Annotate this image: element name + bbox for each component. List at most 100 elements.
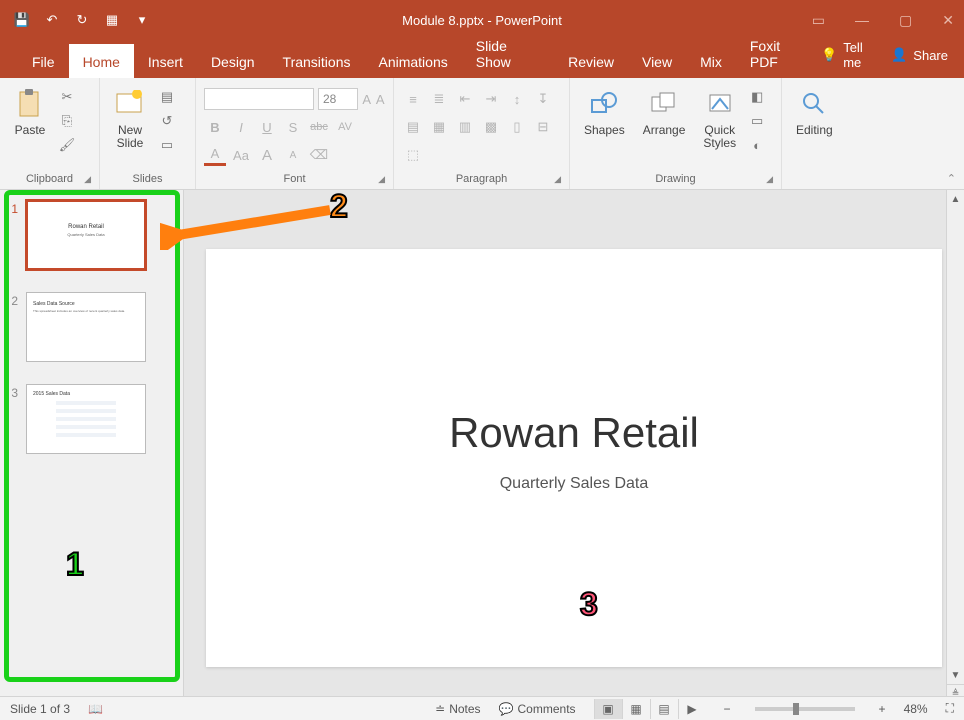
tab-transitions[interactable]: Transitions [269, 44, 365, 78]
shadow-button[interactable]: S [282, 116, 304, 138]
thumbnail-3[interactable]: 3 2015 Sales Data [6, 384, 177, 454]
new-slide-button[interactable]: New Slide [108, 84, 152, 154]
copy-icon[interactable]: ⎘ [58, 112, 76, 130]
clipboard-launcher-icon[interactable]: ◢ [84, 174, 91, 185]
strikethrough-button[interactable]: abc [308, 116, 330, 138]
shape-fill-icon[interactable]: ◧ [748, 88, 766, 106]
thumbnail-2[interactable]: 2 Sales Data Source This spreadsheet inc… [6, 292, 177, 362]
line-spacing-icon[interactable]: ↕ [506, 88, 528, 110]
sorter-view-icon[interactable]: ▦ [622, 699, 650, 719]
arrange-icon [648, 88, 680, 120]
increase-indent-icon[interactable]: ⇥ [480, 88, 502, 110]
text-direction-icon[interactable]: ↧ [532, 88, 554, 110]
bullets-icon[interactable]: ≡ [402, 88, 424, 110]
clear-formatting-icon[interactable]: ⌫ [308, 144, 330, 166]
section-icon[interactable]: ▭ [158, 136, 176, 154]
editing-button[interactable]: Editing [790, 84, 839, 141]
display-settings-icon[interactable]: ▭ [812, 12, 825, 29]
vertical-scrollbar[interactable]: ▲ ▼ ≜ ≛ [946, 190, 964, 720]
tab-home[interactable]: Home [69, 44, 134, 78]
undo-icon[interactable]: ↶ [44, 12, 60, 28]
font-color-button[interactable]: A [204, 144, 226, 166]
justify-icon[interactable]: ▩ [480, 116, 502, 138]
layout-icon[interactable]: ▤ [158, 88, 176, 106]
minimize-icon[interactable]: — [855, 12, 869, 28]
shape-outline-icon[interactable]: ▭ [748, 112, 766, 130]
normal-view-icon[interactable]: ▣ [594, 699, 622, 719]
char-spacing-button[interactable]: AV [334, 116, 356, 138]
font-size-combo[interactable] [318, 88, 358, 110]
paragraph-launcher-icon[interactable]: ◢ [554, 174, 561, 185]
zoom-out-icon[interactable]: − [724, 702, 731, 716]
decrease-font-icon[interactable]: A [282, 144, 304, 166]
underline-button[interactable]: U [256, 116, 278, 138]
thumb-preview[interactable]: 2015 Sales Data [26, 384, 146, 454]
spellcheck-icon[interactable]: 📖 [88, 702, 103, 716]
smartart-icon[interactable]: ⬚ [402, 144, 424, 166]
italic-button[interactable]: I [230, 116, 252, 138]
reset-icon[interactable]: ↺ [158, 112, 176, 130]
increase-font-icon[interactable]: A [256, 144, 278, 166]
scroll-down-icon[interactable]: ▼ [947, 666, 964, 684]
align-right-icon[interactable]: ▥ [454, 116, 476, 138]
drawing-launcher-icon[interactable]: ◢ [766, 174, 773, 185]
tab-view[interactable]: View [628, 44, 686, 78]
scroll-track[interactable] [947, 208, 964, 666]
zoom-in-icon[interactable]: + [879, 702, 886, 716]
tab-design[interactable]: Design [197, 44, 269, 78]
thumb-preview[interactable]: Sales Data Source This spreadsheet inclu… [26, 292, 146, 362]
cut-icon[interactable]: ✂ [58, 88, 76, 106]
thumb-table-icon [56, 401, 116, 441]
slide-subtitle[interactable]: Quarterly Sales Data [206, 475, 942, 493]
zoom-slider[interactable] [755, 707, 855, 711]
numbering-icon[interactable]: ≣ [428, 88, 450, 110]
close-icon[interactable]: ✕ [942, 12, 954, 29]
align-text-icon[interactable]: ⊟ [532, 116, 554, 138]
paste-button[interactable]: Paste [8, 84, 52, 141]
zoom-thumb[interactable] [793, 703, 799, 715]
align-center-icon[interactable]: ▦ [428, 116, 450, 138]
decrease-indent-icon[interactable]: ⇤ [454, 88, 476, 110]
quick-styles-button[interactable]: Quick Styles [697, 84, 742, 154]
format-painter-icon[interactable]: 🖌 [58, 136, 76, 154]
shapes-button[interactable]: Shapes [578, 84, 631, 141]
arrange-button[interactable]: Arrange [637, 84, 692, 141]
columns-icon[interactable]: ▯ [506, 116, 528, 138]
thumbnail-1[interactable]: 1 Rowan Retail Quarterly Sales Data [6, 200, 177, 270]
tell-me[interactable]: 💡 Tell me [821, 40, 873, 70]
start-from-beginning-icon[interactable]: ▦ [104, 12, 120, 28]
zoom-percent[interactable]: 48% [904, 702, 928, 716]
scroll-up-icon[interactable]: ▲ [947, 190, 964, 208]
redo-icon[interactable]: ↻ [74, 12, 90, 28]
tab-review[interactable]: Review [554, 44, 628, 78]
quick-styles-label: Quick Styles [703, 124, 736, 150]
shape-effects-icon[interactable]: ◐ [748, 136, 766, 154]
collapse-ribbon-icon[interactable]: ⌃ [947, 172, 956, 185]
share-button[interactable]: 👤 Share [891, 47, 948, 63]
maximize-icon[interactable]: ▢ [899, 12, 912, 29]
tab-animations[interactable]: Animations [364, 44, 461, 78]
font-launcher-icon[interactable]: ◢ [378, 174, 385, 185]
thumb-preview[interactable]: Rowan Retail Quarterly Sales Data [26, 200, 146, 270]
notes-button[interactable]: ≐Notes [435, 702, 480, 716]
comments-button[interactable]: 💬Comments [499, 702, 576, 716]
save-icon[interactable]: 💾 [14, 12, 30, 28]
share-icon: 👤 [891, 47, 907, 63]
fit-to-window-icon[interactable]: ⛶ [946, 701, 954, 716]
change-case-button[interactable]: Aa [230, 144, 252, 166]
qat-more-icon[interactable]: ▾ [134, 12, 150, 28]
font-name-combo[interactable] [204, 88, 314, 110]
quick-styles-icon [704, 88, 736, 120]
shrink-font-icon[interactable]: A [376, 88, 386, 110]
align-left-icon[interactable]: ▤ [402, 116, 424, 138]
tab-mix[interactable]: Mix [686, 44, 736, 78]
slideshow-view-icon[interactable]: ▶ [678, 699, 706, 719]
tab-file[interactable]: File [18, 44, 69, 78]
bold-button[interactable]: B [204, 116, 226, 138]
slide-canvas[interactable]: Rowan Retail Quarterly Sales Data [206, 249, 942, 667]
slide-title[interactable]: Rowan Retail [206, 409, 942, 457]
editing-group-label [790, 185, 844, 187]
reading-view-icon[interactable]: ▤ [650, 699, 678, 719]
tab-insert[interactable]: Insert [134, 44, 197, 78]
grow-font-icon[interactable]: A [362, 88, 372, 110]
